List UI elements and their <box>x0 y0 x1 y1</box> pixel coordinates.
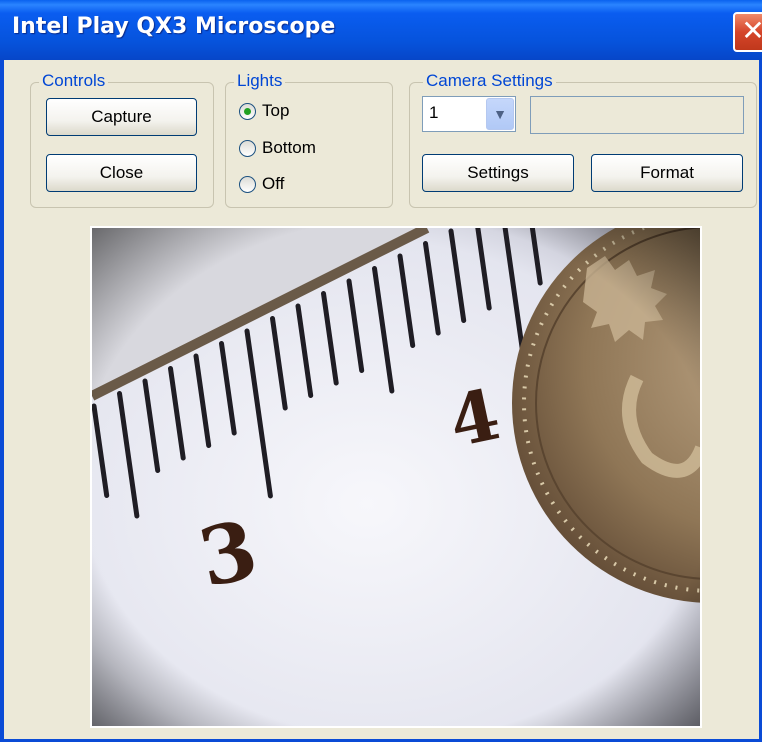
controls-group-label: Controls <box>39 71 109 91</box>
light-top-label: Top <box>262 101 290 120</box>
light-off-label: Off <box>262 174 285 193</box>
settings-button[interactable]: Settings <box>422 154 574 192</box>
window-title: Intel Play QX3 Microscope <box>12 14 336 39</box>
microscope-image: 3 4 <box>90 226 702 728</box>
radio-bottom-indicator[interactable] <box>239 139 256 157</box>
close-button[interactable]: Close <box>46 154 197 192</box>
camera-info-field <box>530 96 744 134</box>
lights-group-label: Lights <box>234 71 286 91</box>
microscope-view: 3 4 <box>92 228 700 726</box>
radio-off-indicator[interactable] <box>239 175 256 193</box>
microscope-window: Intel Play QX3 Microscope ✕ Controls Cap… <box>0 0 762 742</box>
radio-top-indicator[interactable] <box>239 102 256 120</box>
camera-select[interactable]: 1 ▼ <box>422 96 516 132</box>
title-bar[interactable]: Intel Play QX3 Microscope ✕ <box>0 0 762 60</box>
vignette-overlay <box>92 228 700 726</box>
capture-button[interactable]: Capture <box>46 98 197 136</box>
chevron-down-icon[interactable]: ▼ <box>486 98 514 130</box>
light-bottom-radio[interactable]: Bottom <box>239 135 316 161</box>
light-off-radio[interactable]: Off <box>239 171 284 197</box>
light-bottom-label: Bottom <box>262 138 316 157</box>
camera-select-value: 1 <box>429 103 439 122</box>
camera-settings-group-label: Camera Settings <box>423 71 556 91</box>
light-top-radio[interactable]: Top <box>239 98 289 124</box>
window-close-button[interactable]: ✕ <box>733 12 762 52</box>
format-button[interactable]: Format <box>591 154 743 192</box>
